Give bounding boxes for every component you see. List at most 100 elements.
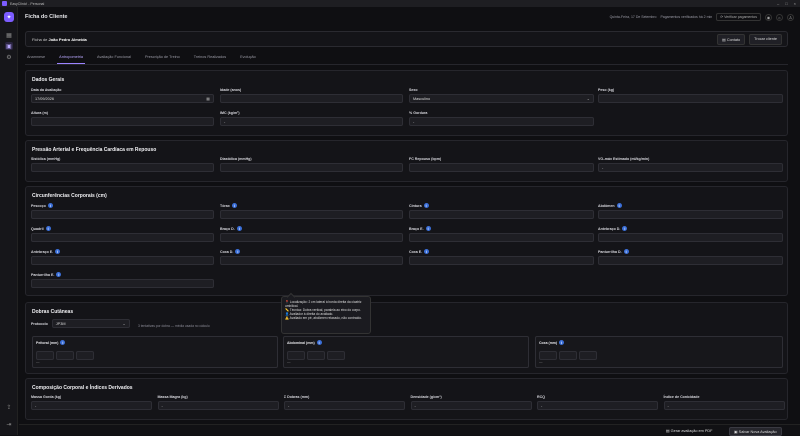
circ-input[interactable] (31, 233, 214, 242)
comp-field-3: Densidade (g/cm³) - (410, 395, 532, 410)
circ-input[interactable] (220, 256, 403, 265)
info-icon[interactable]: i (616, 203, 622, 208)
chevron-down-icon: ⌄ (586, 96, 590, 101)
circ-label-text: Panturrilha D. (598, 249, 622, 254)
date-input[interactable]: 17/09/2026 ▦ (31, 94, 214, 103)
user-icon[interactable]: ♙ (787, 13, 794, 21)
abdominal-trial-1[interactable] (287, 351, 305, 360)
brand-icon[interactable]: ✦ (4, 12, 14, 22)
circ-input[interactable] (31, 210, 214, 219)
calendar-icon[interactable]: ▦ (206, 96, 210, 101)
sex-select[interactable]: Masculino ⌄ (409, 94, 594, 103)
coxa-trial-2[interactable] (559, 351, 577, 360)
sys-input[interactable] (31, 163, 214, 172)
circ-input[interactable] (598, 210, 783, 219)
height-input[interactable] (31, 117, 214, 126)
client-bar: Ficha de João Pedro Almeida ▤ Contato Tr… (25, 31, 788, 47)
pdf-label: Gerar avaliação em PDF (670, 429, 713, 433)
notifications-icon[interactable]: ◉ (765, 13, 772, 21)
tab-anamnese[interactable]: Anamnese (25, 54, 47, 64)
info-icon[interactable]: i (424, 249, 430, 254)
dia-input[interactable] (220, 163, 403, 172)
info-icon[interactable]: i (231, 203, 237, 208)
abdominal-trial-2[interactable] (307, 351, 325, 360)
comp-value: - (663, 401, 785, 410)
upload-icon[interactable]: ⇪ (5, 403, 13, 411)
info-icon[interactable]: i (235, 249, 241, 254)
hr-input[interactable] (409, 163, 594, 172)
tab-antropometria[interactable]: Antropometria (57, 54, 86, 64)
circ-label-text: Abdômen (598, 203, 615, 208)
logout-icon[interactable]: ⇥ (5, 420, 13, 428)
info-icon[interactable]: i (60, 340, 66, 345)
peitoral-trial-1[interactable] (36, 351, 54, 360)
settings-icon[interactable]: ⚙ (5, 53, 13, 61)
circ-input[interactable] (220, 233, 403, 242)
circ-input[interactable] (220, 210, 403, 219)
close-icon[interactable]: × (794, 1, 796, 6)
circ-label: Antebraço E. i (31, 249, 214, 254)
comp-value: - (31, 401, 152, 410)
circ-label: Braço D. i (220, 226, 403, 231)
protocol-select[interactable]: JP3M ⌄ (51, 319, 130, 328)
pdf-button[interactable]: ▤ Gerar avaliação em PDF (662, 427, 716, 434)
info-icon[interactable]: i (55, 249, 61, 254)
info-icon[interactable]: i (47, 203, 53, 208)
peitoral-trial-2[interactable] (56, 351, 74, 360)
coxa-trial-3[interactable] (579, 351, 597, 360)
sidebar: ✦ ▦ ▣ ⚙ ⇪ ⇥ (0, 7, 18, 435)
circ-input[interactable] (409, 210, 594, 219)
circ-input[interactable] (31, 279, 214, 288)
info-icon[interactable]: i (45, 226, 51, 231)
info-icon[interactable]: i (559, 340, 565, 345)
switch-client-button[interactable]: Trocar cliente (749, 33, 782, 45)
composition-card: Composição Corporal e Índices Derivados … (25, 378, 788, 420)
circ-label: Tórax i (220, 203, 403, 208)
comp-field-4: RCQ - (537, 395, 658, 410)
contact-button[interactable]: ▤ Contato (717, 33, 746, 45)
tab-treinos[interactable]: Treinos Realizados (192, 54, 228, 64)
info-icon[interactable]: i (56, 272, 62, 277)
circ-input[interactable] (409, 256, 594, 265)
theme-icon[interactable]: ☼ (776, 13, 783, 21)
circ-field-antebra-o-d: Antebraço D. i (598, 226, 783, 242)
minimize-icon[interactable]: – (777, 1, 779, 6)
age-input[interactable] (220, 94, 403, 103)
coxa-label: Coxa (mm) (539, 340, 558, 345)
circ-input[interactable] (31, 256, 214, 265)
circ-field-panturrilha-e: Panturrilha E. i (31, 272, 214, 288)
info-icon[interactable]: i (425, 226, 431, 231)
circ-input[interactable] (409, 233, 594, 242)
dashboard-icon[interactable]: ▦ (5, 31, 13, 39)
info-icon[interactable]: i (623, 249, 629, 254)
coxa-trial-1[interactable] (539, 351, 557, 360)
comp-field-0: Massa Gorda (kg) - (31, 395, 152, 410)
info-icon[interactable]: i (316, 340, 322, 345)
client-label: Ficha de João Pedro Almeida (32, 37, 87, 42)
clients-icon[interactable]: ▣ (5, 42, 13, 50)
circ-label-text: Braço D. (220, 226, 235, 231)
circ-input[interactable] (598, 256, 783, 265)
tab-prescricao[interactable]: Prescrição de Treino (143, 54, 182, 64)
info-icon[interactable]: i (423, 203, 429, 208)
comp-label: Massa Magra (kg) (157, 395, 188, 399)
tab-avaliacao-funcional[interactable]: Avaliação Funcional (95, 54, 133, 64)
circ-field-panturrilha-d: Panturrilha D. i (598, 249, 783, 265)
verify-payments-button[interactable]: ⟳ Verificar pagamentos (716, 13, 761, 21)
info-icon[interactable]: i (236, 226, 242, 231)
comp-label: Índice de Conicidade (663, 395, 700, 399)
skinfold-coxa: Coxa (mm) i — (535, 336, 783, 368)
circ-label: Abdômen i (598, 203, 783, 208)
info-icon[interactable]: i (622, 226, 628, 231)
protocol-label: Protocolo (31, 321, 48, 326)
weight-input[interactable] (598, 94, 783, 103)
abdominal-trial-3[interactable] (327, 351, 345, 360)
abdominal-avg: — (287, 360, 291, 364)
sex-label: Sexo (409, 88, 418, 92)
fat-label: % Gordura (409, 111, 428, 115)
maximize-icon[interactable]: □ (785, 1, 787, 6)
circ-input[interactable] (598, 233, 783, 242)
tab-evolucao[interactable]: Evolução (238, 54, 258, 64)
peitoral-trial-3[interactable] (76, 351, 94, 360)
abdominal-tooltip: 📍 Localização: 2 cm lateral à borda dire… (281, 296, 371, 334)
